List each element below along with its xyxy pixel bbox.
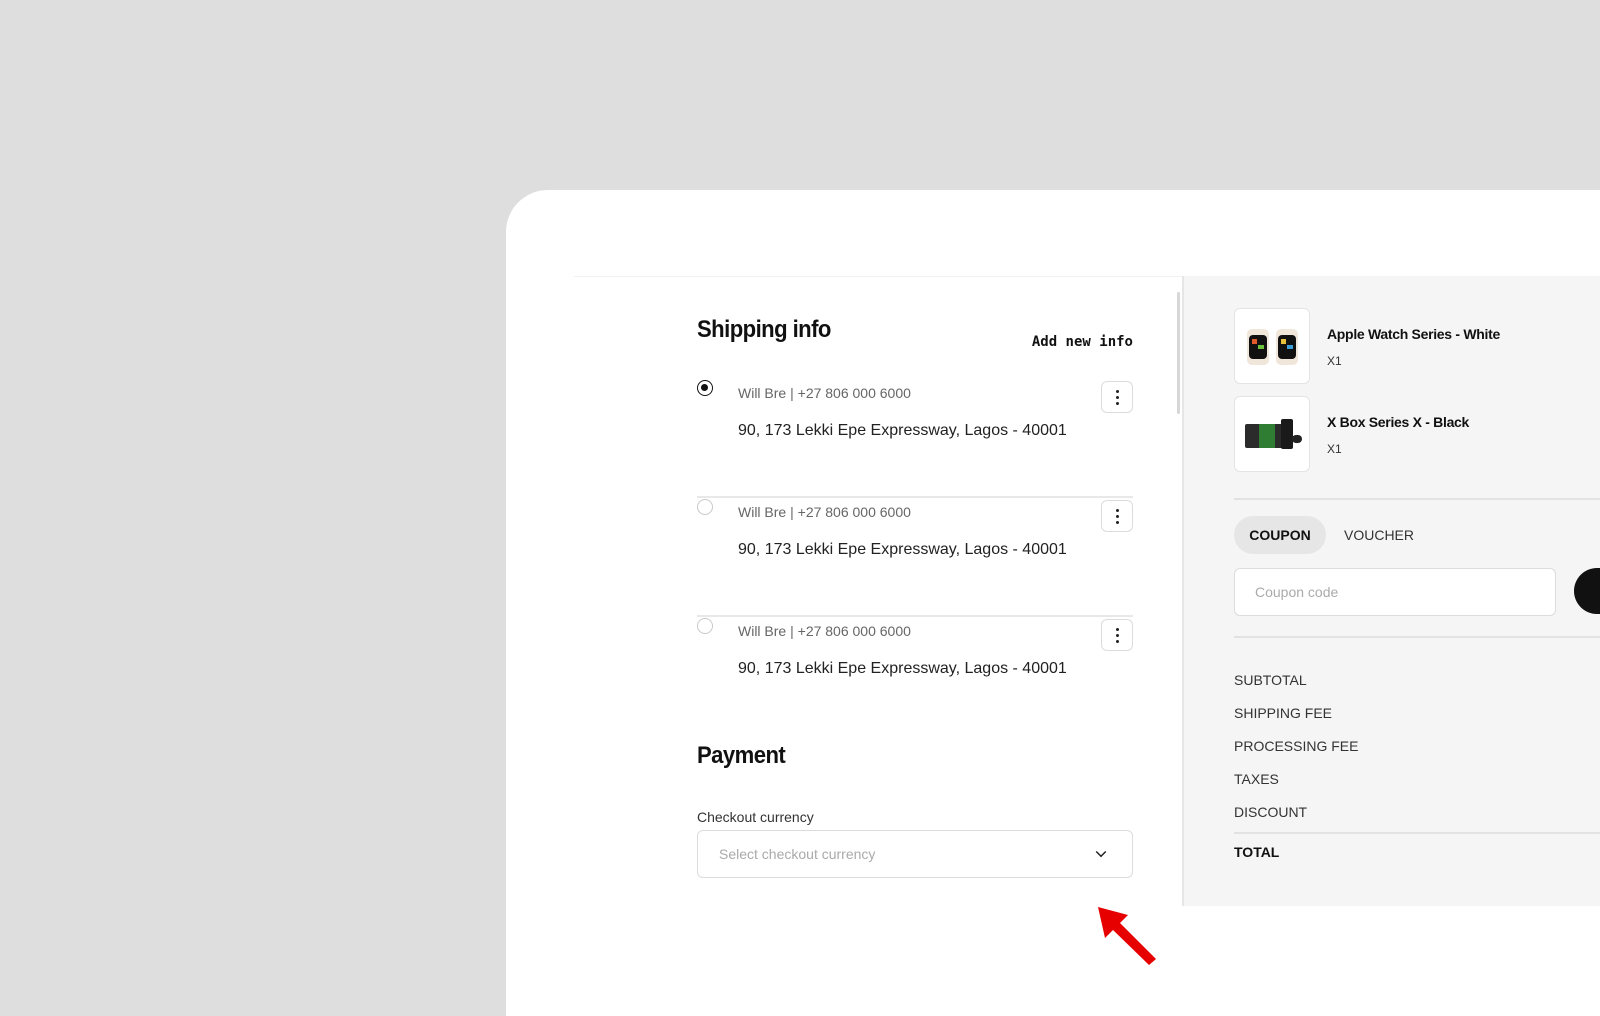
summary-discount-label: DISCOUNT <box>1234 804 1308 820</box>
cart-item-qty: X1 <box>1327 442 1342 456</box>
panel-divider <box>1234 636 1600 638</box>
address-radio[interactable] <box>697 380 713 396</box>
more-vertical-icon <box>1115 508 1119 524</box>
order-summary-panel: Apple Watch Series - White X1 X Box Seri… <box>1182 276 1600 906</box>
summary-processing-label: PROCESSING FEE <box>1234 738 1359 754</box>
summary-total-label: TOTAL <box>1234 844 1280 860</box>
payment-title: Payment <box>697 742 786 769</box>
coupon-code-input[interactable]: Coupon code <box>1234 568 1556 616</box>
xbox-console-image <box>1234 396 1310 472</box>
address-option[interactable]: Will Bre | +27 806 000 6000 90, 173 Lekk… <box>697 499 1133 617</box>
address-option[interactable]: Will Bre | +27 806 000 6000 90, 173 Lekk… <box>697 618 1133 736</box>
address-divider <box>697 496 1133 498</box>
header-divider <box>574 276 1190 277</box>
cart-item-name: Apple Watch Series - White <box>1327 326 1500 342</box>
currency-placeholder: Select checkout currency <box>719 846 876 862</box>
apple-watch-image <box>1234 308 1310 384</box>
address-radio[interactable] <box>697 499 713 515</box>
coupon-placeholder: Coupon code <box>1255 584 1339 600</box>
summary-subtotal-label: SUBTOTAL <box>1234 672 1307 688</box>
address-menu-button[interactable] <box>1101 619 1133 651</box>
currency-label: Checkout currency <box>697 809 814 825</box>
more-vertical-icon <box>1115 627 1119 643</box>
address-street: 90, 173 Lekki Epe Expressway, Lagos - 40… <box>738 541 1067 558</box>
address-contact: Will Bre | +27 806 000 6000 <box>738 623 911 639</box>
currency-select[interactable]: Select checkout currency <box>697 830 1133 878</box>
cart-item-qty: X1 <box>1327 354 1342 368</box>
address-radio[interactable] <box>697 618 713 634</box>
checkout-window: Shipping info Add new info Will Bre | +2… <box>506 190 1600 1016</box>
panel-divider <box>1234 832 1600 834</box>
tab-coupon[interactable]: COUPON <box>1234 516 1326 554</box>
address-street: 90, 173 Lekki Epe Expressway, Lagos - 40… <box>738 422 1067 439</box>
address-menu-button[interactable] <box>1101 381 1133 413</box>
summary-taxes-label: TAXES <box>1234 771 1279 787</box>
add-new-info-link[interactable]: Add new info <box>1032 334 1133 350</box>
chevron-down-icon <box>1095 846 1107 858</box>
cart-item-name: X Box Series X - Black <box>1327 414 1470 430</box>
more-vertical-icon <box>1115 389 1119 405</box>
scrollbar[interactable] <box>1177 292 1180 414</box>
tab-voucher[interactable]: VOUCHER <box>1344 527 1414 543</box>
cart-item: Apple Watch Series - White X1 <box>1234 308 1600 386</box>
red-arrow-pointer-icon <box>1098 907 1156 965</box>
address-street: 90, 173 Lekki Epe Expressway, Lagos - 40… <box>738 660 1067 677</box>
address-menu-button[interactable] <box>1101 500 1133 532</box>
address-contact: Will Bre | +27 806 000 6000 <box>738 504 911 520</box>
address-option[interactable]: Will Bre | +27 806 000 6000 90, 173 Lekk… <box>697 380 1133 498</box>
cart-item: X Box Series X - Black X1 <box>1234 396 1600 474</box>
apply-coupon-button[interactable]: A <box>1574 568 1600 614</box>
address-contact: Will Bre | +27 806 000 6000 <box>738 385 911 401</box>
shipping-title: Shipping info <box>697 316 831 343</box>
summary-shipping-label: SHIPPING FEE <box>1234 705 1333 721</box>
address-divider <box>697 615 1133 617</box>
panel-divider <box>1234 498 1600 500</box>
